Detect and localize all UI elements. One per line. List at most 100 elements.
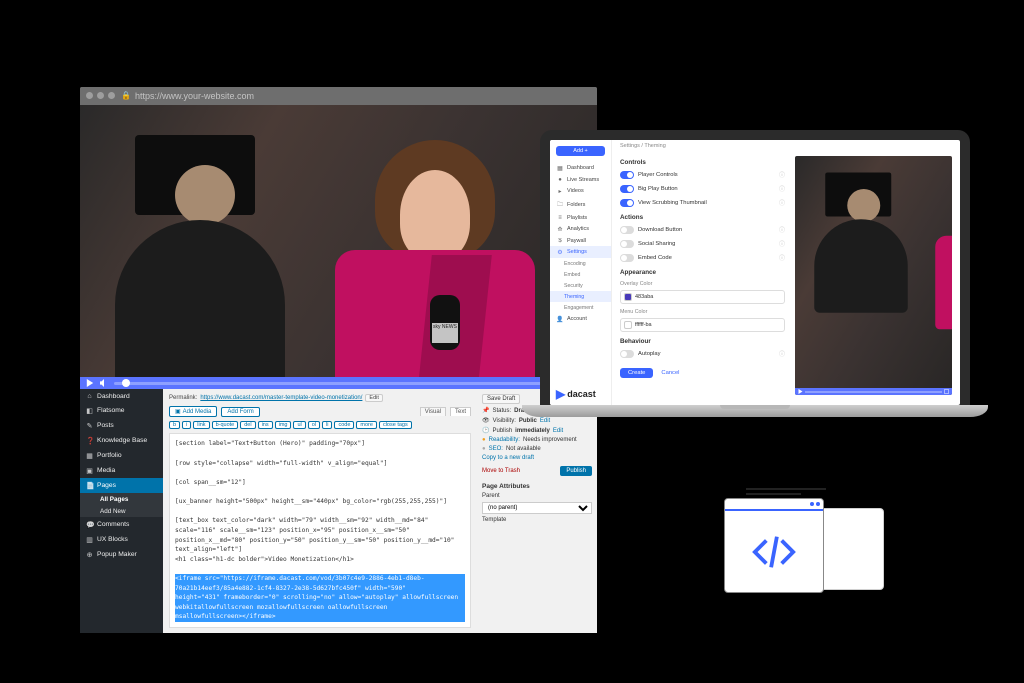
row-autoplay: Autoplayⓘ: [620, 348, 785, 359]
edit-schedule[interactable]: Edit: [553, 428, 563, 434]
dc-sub-theming[interactable]: Theming: [550, 291, 611, 302]
parent-select[interactable]: (no parent): [482, 502, 592, 514]
dc-nav-analytics[interactable]: ⟰Analytics: [550, 223, 611, 235]
playlists-icon: ≡: [556, 215, 564, 221]
wp-sub-pages: All Pages Add New: [80, 493, 163, 517]
wp-sub-all-pages[interactable]: All Pages: [94, 493, 163, 505]
dc-sub-security[interactable]: Security: [550, 280, 611, 291]
dc-nav-dashboard[interactable]: ▦Dashboard: [550, 162, 611, 174]
browser-window: 🔒 https://www.your-website.com sky NEWS …: [80, 87, 597, 633]
cancel-button[interactable]: Cancel: [657, 368, 683, 378]
permalink-edit[interactable]: Edit: [365, 394, 382, 402]
volume-icon[interactable]: [100, 379, 108, 387]
info-icon[interactable]: ⓘ: [779, 239, 785, 248]
window-controls[interactable]: [86, 92, 115, 99]
play-icon[interactable]: [86, 379, 94, 387]
wordpress-editor: ⌂Dashboard ◧Flatsome ✎Posts ❓Knowledge B…: [80, 389, 597, 633]
video-controls[interactable]: 0:08: [80, 377, 597, 390]
publish-button[interactable]: Publish: [560, 466, 592, 476]
copy-draft-link[interactable]: Copy to a new draft: [482, 455, 534, 461]
add-media-button[interactable]: ▣Add Media: [169, 406, 217, 417]
progress-knob[interactable]: [122, 379, 130, 387]
maximize-dot[interactable]: [108, 92, 115, 99]
code-line: [ux_banner height="500px" height__sm="44…: [175, 497, 465, 507]
create-button[interactable]: Create: [620, 368, 653, 378]
info-icon[interactable]: ⓘ: [779, 170, 785, 179]
add-form-button[interactable]: Add Form: [221, 407, 259, 417]
toggle-scrubbing[interactable]: [620, 199, 634, 207]
qt-b[interactable]: b: [169, 421, 180, 429]
preview-controls[interactable]: [795, 388, 952, 395]
qt-link[interactable]: link: [193, 421, 209, 429]
tab-visual[interactable]: Visual: [420, 407, 446, 416]
dc-nav-settings[interactable]: ⚙Settings: [550, 246, 611, 258]
dc-nav-playlists[interactable]: ≡Playlists: [550, 212, 611, 223]
dc-sub-engagement[interactable]: Engagement: [550, 302, 611, 313]
readability-row: ● Readability: Needs improvement: [482, 437, 592, 443]
qt-ins[interactable]: ins: [258, 421, 273, 429]
minimize-dot[interactable]: [97, 92, 104, 99]
dc-sub-encoding[interactable]: Encoding: [550, 258, 611, 269]
portfolio-icon: ▦: [86, 452, 93, 460]
add-button[interactable]: Add +: [556, 146, 605, 156]
menu-color-field[interactable]: ffffff-ba: [620, 318, 785, 332]
toggle-social[interactable]: [620, 240, 634, 248]
toggle-download[interactable]: [620, 226, 634, 234]
wp-nav-ux-blocks[interactable]: ▥UX Blocks: [80, 532, 163, 547]
toggle-player-controls[interactable]: [620, 171, 634, 179]
permalink-url[interactable]: https://www.dacast.com/master-template-v…: [200, 395, 362, 401]
overlay-color-field[interactable]: 483aba: [620, 290, 785, 304]
move-to-trash[interactable]: Move to Trash: [482, 468, 520, 474]
dc-nav-folders[interactable]: 🗀Folders: [550, 197, 611, 212]
progress-bar[interactable]: [805, 391, 942, 393]
toggle-autoplay[interactable]: [620, 350, 634, 358]
qt-img[interactable]: img: [275, 421, 292, 429]
wp-sub-add-new[interactable]: Add New: [94, 505, 163, 517]
qt-del[interactable]: del: [240, 421, 255, 429]
play-icon[interactable]: [798, 389, 803, 394]
wp-nav-media[interactable]: ▣Media: [80, 463, 163, 478]
dc-sub-embed[interactable]: Embed: [550, 269, 611, 280]
dc-nav-paywall[interactable]: $Paywall: [550, 235, 611, 246]
dacast-logo: ▶dacast: [556, 387, 605, 401]
wp-nav-flatsome[interactable]: ◧Flatsome: [80, 403, 163, 418]
info-icon[interactable]: ⓘ: [779, 253, 785, 262]
wp-nav-pages[interactable]: 📄Pages: [80, 478, 163, 493]
qt-ul[interactable]: ul: [293, 421, 305, 429]
browser-chrome: 🔒 https://www.your-website.com: [80, 87, 597, 105]
video-player[interactable]: sky NEWS: [80, 105, 597, 377]
qt-more[interactable]: more: [356, 421, 377, 429]
wp-nav-popup[interactable]: ⊕Popup Maker: [80, 547, 163, 562]
wp-nav-dashboard[interactable]: ⌂Dashboard: [80, 389, 163, 403]
address-bar[interactable]: 🔒 https://www.your-website.com: [121, 91, 254, 101]
laptop-mockup: Add + ▦Dashboard ●Live Streams ▸Videos 🗀…: [540, 130, 970, 425]
qt-close[interactable]: close tags: [379, 421, 412, 429]
qt-code[interactable]: code: [334, 421, 354, 429]
qt-bquote[interactable]: b-quote: [212, 421, 239, 429]
toggle-big-play[interactable]: [620, 185, 634, 193]
pages-icon: 📄: [86, 482, 93, 490]
info-icon[interactable]: ⓘ: [779, 184, 785, 193]
tab-text[interactable]: Text: [450, 407, 471, 416]
qt-ol[interactable]: ol: [308, 421, 320, 429]
info-icon[interactable]: ⓘ: [779, 349, 785, 358]
info-icon[interactable]: ⓘ: [779, 198, 785, 207]
progress-bar[interactable]: [114, 382, 543, 385]
media-icon: ▣: [175, 408, 181, 415]
url-text: https://www.your-website.com: [135, 91, 254, 101]
dc-nav-account[interactable]: 👤Account: [550, 313, 611, 325]
fullscreen-icon[interactable]: [944, 389, 949, 394]
qt-li[interactable]: li: [322, 421, 332, 429]
dc-nav-live[interactable]: ●Live Streams: [550, 174, 611, 185]
save-draft-button[interactable]: Save Draft: [482, 394, 520, 404]
dc-nav-videos[interactable]: ▸Videos: [550, 185, 611, 197]
wp-nav-posts[interactable]: ✎Posts: [80, 418, 163, 433]
wp-nav-comments[interactable]: 💬Comments: [80, 517, 163, 532]
code-editor[interactable]: [section label="Text+Button (Hero)" padd…: [169, 433, 471, 628]
wp-nav-portfolio[interactable]: ▦Portfolio: [80, 448, 163, 463]
close-dot[interactable]: [86, 92, 93, 99]
qt-i[interactable]: i: [182, 421, 191, 429]
toggle-embed[interactable]: [620, 254, 634, 262]
info-icon[interactable]: ⓘ: [779, 225, 785, 234]
wp-nav-kb[interactable]: ❓Knowledge Base: [80, 433, 163, 448]
